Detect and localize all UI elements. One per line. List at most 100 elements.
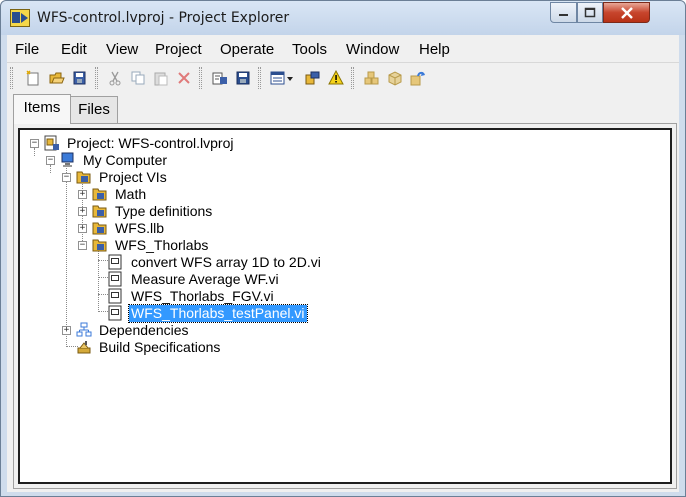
close-button[interactable] <box>603 2 650 23</box>
open-button[interactable] <box>47 68 67 88</box>
save-project-button[interactable] <box>233 68 253 88</box>
tree-item-label: My Computer <box>83 152 168 168</box>
tree-item-dependencies[interactable]: + Dependencies <box>20 322 660 339</box>
project-properties-icon <box>212 72 227 85</box>
tree-item-label: Build Specifications <box>99 339 221 355</box>
folder-open-icon <box>76 171 91 184</box>
delete-icon <box>178 72 190 84</box>
menu-window[interactable]: Window <box>346 41 399 58</box>
toolbar-grip[interactable] <box>10 67 13 89</box>
save-project-icon <box>236 71 250 85</box>
toolbar-separator <box>95 67 98 89</box>
tree-item-label: Project VIs <box>99 169 167 185</box>
toolbar-separator <box>351 67 354 89</box>
maximize-icon <box>584 7 596 18</box>
build-specifications-icon <box>77 341 91 354</box>
build-button[interactable] <box>362 68 382 88</box>
tree-item-vi[interactable]: convert WFS array 1D to 2D.vi <box>20 254 660 271</box>
folder-open-icon <box>92 239 107 252</box>
tree-item-label: Measure Average WF.vi <box>131 271 279 287</box>
collapse-toggle[interactable]: − <box>62 173 71 182</box>
vi-icon <box>108 288 122 304</box>
project-tree[interactable]: − Project: WFS-control.lvproj − My Compu… <box>18 128 672 484</box>
tree-item-build-specifications[interactable]: Build Specifications <box>20 339 660 356</box>
tree-item-my-computer[interactable]: − My Computer <box>20 152 660 169</box>
minimize-button[interactable] <box>550 2 577 23</box>
project-icon <box>44 135 59 151</box>
computer-icon <box>61 152 74 167</box>
menu-file[interactable]: File <box>15 41 39 58</box>
collapse-toggle[interactable]: − <box>30 139 39 148</box>
maximize-button[interactable] <box>577 2 603 23</box>
resolve-conflicts-icon <box>305 71 320 85</box>
tree-item-folder-type-definitions[interactable]: + Type definitions <box>20 203 660 220</box>
expand-toggle[interactable]: + <box>62 326 71 335</box>
save-all-icon <box>73 71 86 85</box>
tree-item-label: WFS_Thorlabs <box>115 237 209 253</box>
labview-app-icon <box>10 9 30 27</box>
folder-icon <box>92 222 107 235</box>
tab-files[interactable]: Files <box>70 96 118 123</box>
deploy-icon <box>388 71 402 86</box>
menu-tools[interactable]: Tools <box>292 41 327 58</box>
view-dropdown-button[interactable] <box>269 68 295 88</box>
toolbar-separator <box>258 67 261 89</box>
cut-button[interactable] <box>105 68 125 88</box>
folder-icon <box>92 188 107 201</box>
menu-operate[interactable]: Operate <box>220 41 274 58</box>
vi-icon <box>108 305 122 321</box>
tree-item-project[interactable]: − Project: WFS-control.lvproj <box>20 135 660 152</box>
tree-item-vi[interactable]: Measure Average WF.vi <box>20 271 660 288</box>
vi-icon <box>108 254 122 270</box>
minimize-icon <box>558 13 568 16</box>
menu-project[interactable]: Project <box>155 41 202 58</box>
open-icon <box>49 72 65 84</box>
project-properties-button[interactable] <box>210 68 230 88</box>
collapse-toggle[interactable]: − <box>46 156 55 165</box>
menu-edit[interactable]: Edit <box>61 41 87 58</box>
project-explorer-window: WFS-control.lvproj - Project Explorer Fi… <box>0 0 686 497</box>
build-icon <box>364 71 379 85</box>
folder-icon <box>92 205 107 218</box>
tree-item-label: convert WFS array 1D to 2D.vi <box>131 254 321 270</box>
refresh-button[interactable] <box>408 68 428 88</box>
refresh-icon <box>410 71 425 86</box>
tree-item-folder-wfs-thorlabs[interactable]: − WFS_Thorlabs <box>20 237 660 254</box>
tree-item-vi-selected[interactable]: WFS_Thorlabs_testPanel.vi <box>20 304 660 323</box>
tree-item-project-vis[interactable]: − Project VIs <box>20 169 660 186</box>
tree-item-folder-math[interactable]: + Math <box>20 186 660 203</box>
toolbar-separator <box>199 67 202 89</box>
dependencies-icon <box>76 322 92 337</box>
copy-button[interactable] <box>128 68 148 88</box>
close-icon <box>620 6 633 19</box>
tab-items[interactable]: Items <box>13 94 71 124</box>
expand-toggle[interactable]: + <box>78 190 87 199</box>
deploy-button[interactable] <box>385 68 405 88</box>
tree-item-folder-wfs-llb[interactable]: + WFS.llb <box>20 220 660 237</box>
new-icon <box>26 70 39 86</box>
cut-icon <box>109 71 121 86</box>
expand-toggle[interactable]: + <box>78 224 87 233</box>
paste-button[interactable] <box>151 68 171 88</box>
tree-item-vi[interactable]: WFS_Thorlabs_FGV.vi <box>20 288 660 305</box>
resolve-conflicts-button[interactable] <box>303 68 323 88</box>
menu-view[interactable]: View <box>106 41 138 58</box>
new-button[interactable] <box>23 68 43 88</box>
title-bar[interactable]: WFS-control.lvproj - Project Explorer <box>1 1 685 35</box>
tree-item-label: Project: WFS-control.lvproj <box>67 135 234 151</box>
expand-toggle[interactable]: + <box>78 207 87 216</box>
save-all-button[interactable] <box>70 68 90 88</box>
collapse-toggle[interactable]: − <box>78 241 87 250</box>
warning-icon <box>328 70 344 85</box>
tree-item-label: Dependencies <box>99 322 189 338</box>
delete-button[interactable] <box>174 68 194 88</box>
content-area: Files Items − Project: WFS-control.lvpro… <box>7 93 679 492</box>
window-title: WFS-control.lvproj - Project Explorer <box>37 10 290 26</box>
menu-help[interactable]: Help <box>419 41 450 58</box>
warning-button[interactable] <box>326 68 346 88</box>
copy-icon <box>131 71 145 85</box>
tree-item-label: Math <box>115 186 147 202</box>
paste-icon <box>154 72 168 86</box>
tab-panel: − Project: WFS-control.lvproj − My Compu… <box>13 123 677 489</box>
tree-item-label: WFS_Thorlabs_FGV.vi <box>131 288 274 304</box>
